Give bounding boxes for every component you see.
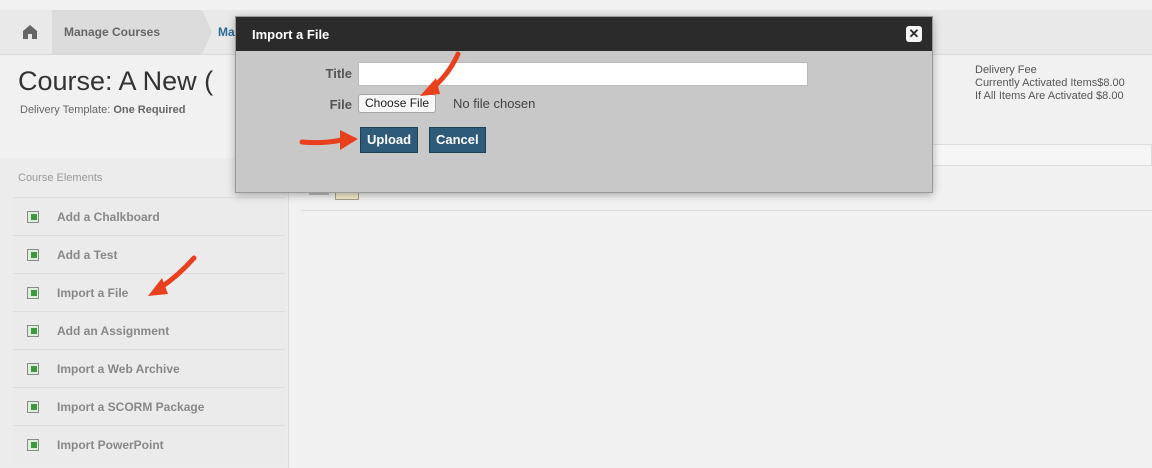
delivery-template: Delivery Template: One Required [20,104,185,116]
sidebar-item-add-assignment[interactable]: Add an Assignment [13,311,285,349]
delivery-fee-label: Delivery Fee [975,64,1037,76]
annotation-arrow-import-file [148,255,197,296]
annotation-arrow-upload [299,130,358,150]
import-file-icon [27,286,39,299]
fee-summary: Delivery Fee Currently Activated Items$8… [975,64,1125,103]
sidebar-item-label: Add a Chalkboard [57,209,160,224]
import-powerpoint-icon [27,438,39,451]
add-chalkboard-icon [27,210,39,223]
delivery-template-value: One Required [113,104,186,116]
all-activated-fee: If All Items Are Activated $8.00 [975,90,1124,102]
import-scorm-icon [27,400,39,413]
sidebar-item-label: Add a Test [57,247,118,262]
import-file-dialog: Import a File ✕ Title File Choose File N… [235,16,933,193]
sidebar-item-add-chalkboard[interactable]: Add a Chalkboard [13,197,285,235]
currently-activated-fee: Currently Activated Items$8.00 [975,77,1125,89]
home-icon [23,25,37,39]
sidebar-item-import-scorm[interactable]: Import a SCORM Package [13,387,285,425]
annotation-arrow-choose-file [420,51,461,96]
sidebar-item-import-web-archive[interactable]: Import a Web Archive [13,349,285,387]
breadcrumb-item-2[interactable]: Ma [218,10,235,54]
title-label: Title [325,66,353,81]
sidebar-item-label: Import a SCORM Package [57,399,205,414]
cancel-button[interactable]: Cancel [429,127,486,153]
add-assignment-icon [27,324,39,337]
sidebar-item-label: Import PowerPoint [57,437,164,452]
upload-button[interactable]: Upload [360,127,419,153]
page-title: Course: A New ( [18,66,214,96]
breadcrumb-manage-courses[interactable]: Manage Courses [52,10,212,54]
add-test-icon [27,248,39,261]
sidebar-item-label: Import a File [57,285,129,300]
sidebar-heading: Course Elements [18,172,103,184]
sidebar-item-label: Import a Web Archive [57,361,180,376]
import-web-archive-icon [27,362,39,375]
close-icon[interactable]: ✕ [906,26,922,42]
file-label: File [329,97,352,112]
home-button[interactable] [8,10,52,54]
delivery-template-label: Delivery Template: [20,104,111,116]
sidebar-item-import-powerpoint[interactable]: Import PowerPoint [13,425,285,463]
dialog-header: Import a File ✕ [236,17,932,51]
course-elements-sidebar: Course Elements Add a Chalkboard Add a T… [0,158,289,468]
dialog-title: Import a File [252,26,330,42]
sidebar-item-label: Add an Assignment [57,323,170,338]
